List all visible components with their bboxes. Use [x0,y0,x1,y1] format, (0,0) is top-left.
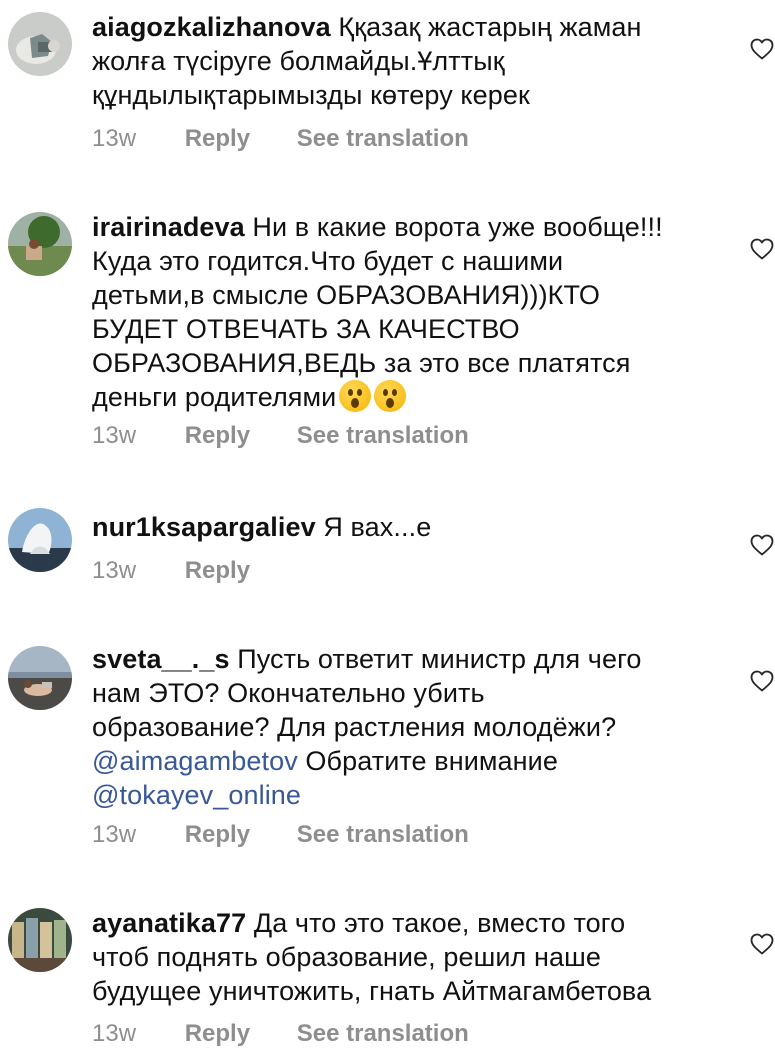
comment-body: Да что это такое, вместо того [253,908,626,938]
see-translation-button[interactable]: See translation [297,125,469,153]
comment-meta: 13w Reply See translation [92,1020,469,1048]
avatar[interactable] [8,646,72,710]
comment-body: жолға түсіруге болмайды.Ұлттық [92,46,505,76]
see-translation-button[interactable]: See translation [297,422,469,450]
reply-button[interactable]: Reply [185,125,250,153]
comment-body: Ққазақ жастарың жаман [338,12,642,42]
avatar[interactable] [8,908,72,972]
mention-link[interactable]: @aimagambetov [92,746,298,776]
avatar[interactable] [8,508,72,572]
comment-timestamp: 13w [92,125,137,152]
comment-body: будущее уничтожить, гнать Айтмагамбетова [92,976,652,1006]
comment-body: Я вах...е [323,512,432,542]
comment-text: ayanatika77 Да что это такое, вместо тог… [92,906,712,1008]
heart-outline-icon[interactable] [750,933,774,955]
mention-link[interactable]: @tokayev_online [92,780,301,810]
comment-meta: 13w Reply See translation [92,125,469,153]
see-translation-button[interactable]: See translation [297,1020,469,1048]
comment-username[interactable]: ayanatika77 [92,908,246,938]
comment-meta: 13w Reply See translation [92,821,469,849]
comment-username[interactable]: sveta__._s [92,644,230,674]
comment-body: Обратите внимание [305,746,558,776]
heart-outline-icon[interactable] [750,670,774,692]
comment-body: құндылықтарымызды көтеру керек [92,80,530,110]
comment-text: nur1ksapargaliev Я вах...е [92,510,712,544]
comment-text: aiagozkalizhanova Ққазақ жастарың жаман … [92,10,712,112]
comment-body: ОБРАЗОВАНИЯ,ВЕДЬ за это все платятся [92,348,631,378]
comment-body: Ни в какие ворота уже вообще!!! [252,212,663,242]
astonished-face-emoji [374,380,407,412]
comment-body: Куда это годится.Что будет с нашими [92,246,564,276]
comment-meta: 13w Reply See translation [92,422,469,450]
heart-outline-icon[interactable] [750,534,774,556]
astonished-face-emoji [339,380,372,412]
comment-body: деньги родителями [92,382,337,412]
comment-body: Пусть ответит министр для чего [237,644,642,674]
comment-body: детьми,в смысле ОБРАЗОВАНИЯ)))КТО [92,280,600,310]
avatar[interactable] [8,212,72,276]
comment-body: БУДЕТ ОТВЕЧАТЬ ЗА КАЧЕСТВО [92,314,520,344]
reply-button[interactable]: Reply [185,1020,250,1048]
reply-button[interactable]: Reply [185,422,250,450]
comment-text: sveta__._s Пусть ответит министр для чег… [92,642,712,812]
comment-timestamp: 13w [92,1020,137,1047]
avatar[interactable] [8,12,72,76]
comment-timestamp: 13w [92,557,137,584]
comment-body: чтоб поднять образование, решил наше [92,942,601,972]
comment-username[interactable]: irairinadeva [92,212,245,242]
comment-body: образование? Для растления молодёжи? [92,712,617,742]
reply-button[interactable]: Reply [185,821,250,849]
comment-username[interactable]: aiagozkalizhanova [92,12,331,42]
comment-timestamp: 13w [92,821,137,848]
comment-text: irairinadeva Ни в какие ворота уже вообщ… [92,210,712,414]
see-translation-button[interactable]: See translation [297,821,469,849]
comment-timestamp: 13w [92,422,137,449]
heart-outline-icon[interactable] [750,238,774,260]
heart-outline-icon[interactable] [750,38,774,60]
comment-meta: 13w Reply [92,557,290,585]
comment-body: нам ЭТО? Окончательно убить [92,678,485,708]
comment-username[interactable]: nur1ksapargaliev [92,512,316,542]
reply-button[interactable]: Reply [185,557,250,585]
